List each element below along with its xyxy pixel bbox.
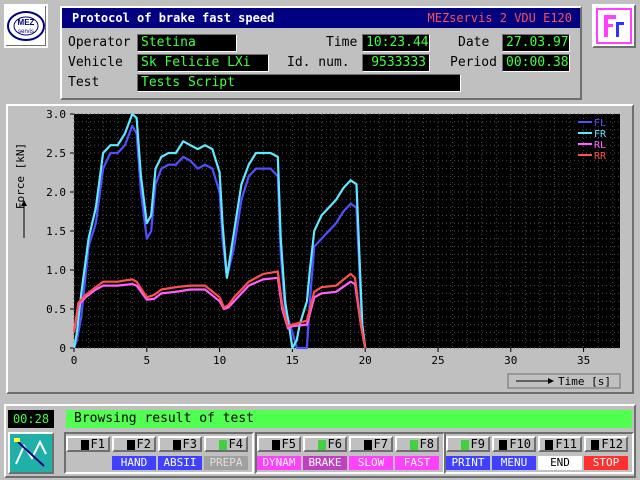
fr-logo	[592, 4, 636, 48]
x-tick-label: 15	[286, 354, 299, 367]
fkey-f6-label[interactable]: BRAKE	[303, 456, 347, 470]
y-tick-label: 0	[59, 342, 66, 355]
fkey-led-icon	[218, 439, 227, 450]
fkey-f4-button[interactable]: F4	[204, 436, 248, 452]
operator-field: Stetina	[137, 34, 237, 52]
fkey-f5-label[interactable]: DYNAM	[257, 456, 301, 470]
fkey-f10-label[interactable]: MENU	[492, 456, 536, 470]
x-axis-label: Time [s]	[558, 375, 611, 388]
y-axis-label: Force [kN]	[14, 143, 27, 209]
fkey-key-label: F8	[419, 437, 434, 451]
fkey-f2-button[interactable]: F2	[112, 436, 156, 452]
fkey-led-icon	[317, 439, 326, 450]
fkey-f12-label[interactable]: STOP	[584, 456, 628, 470]
system-name: MEZservis 2 VDU E120	[427, 11, 573, 25]
x-tick-label: 10	[213, 354, 226, 367]
fkey-key-label: F10	[509, 437, 531, 451]
fkey-f5-button[interactable]: F5	[257, 436, 301, 452]
fkey-key-label: F12	[601, 437, 623, 451]
fkey-key-label: F4	[228, 437, 243, 451]
fkey-led-icon	[545, 439, 554, 450]
x-tick-label: 20	[359, 354, 372, 367]
y-tick-label: 2.5	[46, 147, 66, 160]
fkey-led-icon	[172, 439, 181, 450]
protocol-title: Protocol of brake fast speed	[72, 11, 275, 25]
fkey-f3-label[interactable]: ABSII	[158, 456, 202, 470]
fkey-f6-button[interactable]: F6	[303, 436, 347, 452]
period-label: Period	[450, 55, 497, 70]
brake-tester-logo	[8, 432, 54, 474]
fkey-led-icon	[460, 439, 469, 450]
time-label: Time	[326, 35, 358, 50]
fkey-f2-label[interactable]: HAND	[112, 456, 156, 470]
fkey-f8-button[interactable]: F8	[395, 436, 439, 452]
idnum-label: Id. num.	[287, 55, 350, 70]
x-tick-label: 25	[431, 354, 444, 367]
legend-label-rr: RR	[594, 151, 607, 162]
legend-label-fl: FL	[594, 118, 606, 129]
fkey-key-label: F11	[555, 437, 577, 451]
x-tick-label: 30	[504, 354, 517, 367]
fkey-f10-button[interactable]: F10	[492, 436, 536, 452]
time-field: 10:23.44	[362, 34, 430, 52]
y-tick-label: 1.0	[46, 264, 66, 277]
period-field: 00:00.38	[502, 54, 570, 72]
brake-tester-icon	[10, 434, 52, 472]
fkey-f8-label[interactable]: FAST	[395, 456, 439, 470]
fkey-key-label: F9	[470, 437, 485, 451]
vehicle-label: Vehicle	[68, 55, 123, 70]
fkey-f7-label[interactable]: SLOW	[349, 456, 393, 470]
fkey-f9-label[interactable]: PRINT	[446, 456, 490, 470]
status-message: Browsing result of test	[66, 410, 632, 428]
mezservis-logo: MEZ servis	[4, 4, 48, 48]
legend-label-fr: FR	[594, 129, 607, 140]
fkey-led-icon	[591, 439, 600, 450]
fkey-led-icon	[499, 439, 508, 450]
idnum-field: 9533333	[362, 54, 430, 72]
fkey-led-icon	[409, 439, 418, 450]
svg-text:servis: servis	[18, 29, 34, 35]
fkey-key-label: F5	[281, 437, 296, 451]
x-tick-label: 5	[143, 354, 150, 367]
legend-label-rl: RL	[594, 140, 606, 151]
title-bar: Protocol of brake fast speed MEZservis 2…	[62, 8, 580, 28]
fkey-key-label: F1	[90, 437, 105, 451]
mezservis-logo-icon: MEZ servis	[7, 11, 45, 41]
date-label: Date	[458, 35, 490, 50]
date-field: 27.03.97	[502, 34, 570, 52]
fkey-led-icon	[80, 439, 89, 450]
svg-text:MEZ: MEZ	[18, 18, 35, 27]
y-tick-label: 1.5	[46, 225, 66, 238]
fkey-f7-button[interactable]: F7	[349, 436, 393, 452]
fkey-led-icon	[363, 439, 372, 450]
x-tick-label: 35	[577, 354, 590, 367]
fkey-key-label: F6	[327, 437, 342, 451]
x-tick-label: 0	[71, 354, 78, 367]
y-tick-label: 0.5	[46, 303, 66, 316]
vehicle-field: Sk Felicie LXi	[137, 54, 269, 72]
elapsed-clock: 00:28	[8, 410, 54, 428]
operator-label: Operator	[68, 35, 131, 50]
y-tick-label: 3.0	[46, 108, 66, 121]
test-field: Tests Script	[137, 74, 461, 92]
fkey-f1-button[interactable]: F1	[66, 436, 110, 452]
fkey-f12-button[interactable]: F12	[584, 436, 628, 452]
chart-panel: 0 5 10 15 20 25 30 35 0 0.5 1.0 1.5 2.0 2.5 3.0 Force […	[6, 104, 634, 394]
fkey-led-icon	[271, 439, 280, 450]
fkey-key-label: F7	[373, 437, 388, 451]
fkey-key-label: F3	[182, 437, 197, 451]
force-chart: 0 5 10 15 20 25 30 35 0 0.5 1.0 1.5 2.0 2.5 3.0 Force […	[14, 108, 621, 389]
fkey-key-label: F2	[136, 437, 151, 451]
fkey-f11-button[interactable]: F11	[538, 436, 582, 452]
fkey-f4-label[interactable]: PREPA	[204, 456, 248, 470]
fkey-led-icon	[126, 439, 135, 450]
y-tick-label: 2.0	[46, 186, 66, 199]
fkey-f11-label[interactable]: END	[538, 456, 582, 470]
fr-logo-icon	[596, 8, 632, 44]
test-label: Test	[68, 75, 100, 90]
fkey-f9-button[interactable]: F9	[446, 436, 490, 452]
fkey-f3-button[interactable]: F3	[158, 436, 202, 452]
